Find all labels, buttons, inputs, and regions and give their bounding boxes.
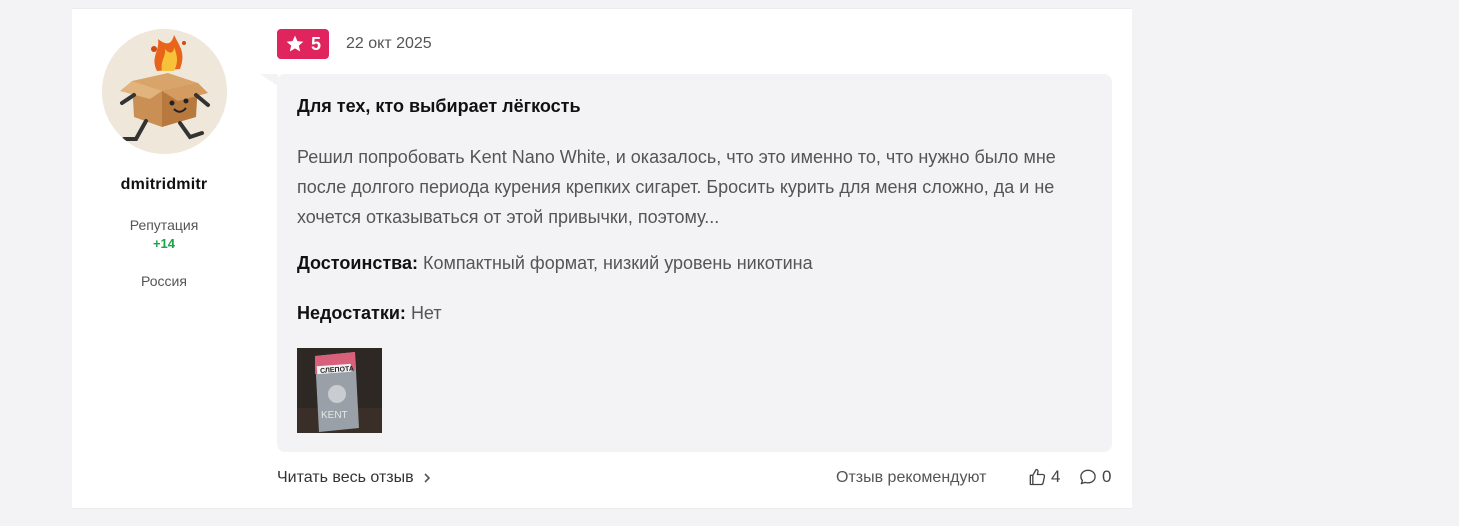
cons-label: Недостатки: [297,303,406,323]
bubble-tail [260,74,278,86]
bottom-divider [72,508,1132,509]
thumbs-up-icon [1029,468,1046,486]
cigarette-pack-photo: СЛЕПОТА KENT [297,348,382,433]
review-card: dmitridmitr Репутация +14 Россия 5 22 ок… [72,9,1132,508]
likes-count: 4 [1051,467,1061,486]
cons-text: Нет [410,303,442,323]
read-full-review-link[interactable]: Читать весь отзыв [277,469,432,487]
read-more-label: Читать весь отзыв [277,469,414,486]
username[interactable]: dmitridmitr [72,176,256,194]
review-text[interactable]: Решил попробовать Kent Nano White, и ока… [297,142,1097,232]
review-photo-thumbnail[interactable]: СЛЕПОТА KENT [297,348,382,433]
svg-text:KENT: KENT [321,410,348,421]
comment-icon [1080,469,1096,485]
reputation-label: Репутация [129,217,199,233]
star-icon [286,35,304,52]
avatar-image [102,29,227,154]
review-pros: Достоинства: Компактный формат, низкий у… [297,253,813,274]
comments-button[interactable]: 0 [1078,467,1111,487]
review-date: 22 окт 2025 [346,35,432,52]
user-country: Россия [141,273,187,289]
rating-value: 5 [310,33,321,54]
review-cons: Недостатки: Нет [297,303,442,324]
rating-badge: 5 [277,29,329,59]
recommend-label: Отзыв рекомендуют [836,469,987,486]
review-body: Для тех, кто выбирает лёгкость Решил поп… [277,74,1112,452]
avatar[interactable] [102,29,227,154]
like-button[interactable]: 4 [1027,467,1060,487]
pros-label: Достоинства: [297,253,418,273]
reputation-value: +14 [152,236,176,251]
comments-count: 0 [1102,467,1112,486]
review-title[interactable]: Для тех, кто выбирает лёгкость [297,96,581,117]
pros-text: Компактный формат, низкий уровень никоти… [423,253,813,273]
chevron-right-icon [424,473,430,483]
